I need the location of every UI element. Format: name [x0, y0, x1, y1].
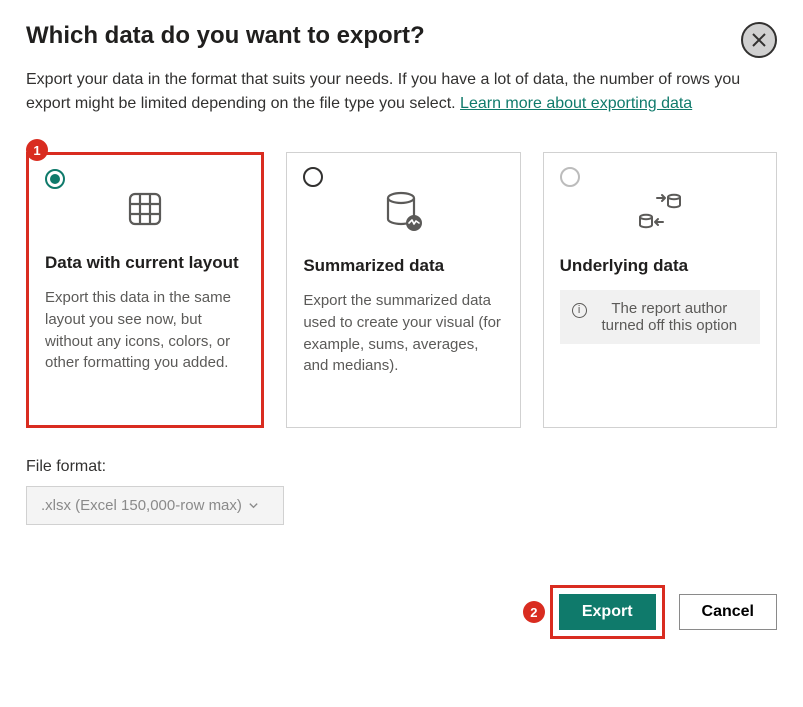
database-summary-icon [303, 188, 503, 236]
disabled-note-text: The report author turned off this option [591, 300, 748, 334]
dialog-description: Export your data in the format that suit… [26, 68, 746, 116]
close-icon [752, 33, 766, 47]
file-format-value: .xlsx (Excel 150,000-row max) [41, 497, 242, 514]
export-options: Data with current layout Export this dat… [26, 152, 777, 428]
callout-marker-2: 2 [523, 601, 545, 623]
option-title: Summarized data [303, 256, 503, 276]
radio-current-layout[interactable] [45, 169, 65, 189]
export-button[interactable]: Export [559, 594, 656, 630]
dialog-title: Which data do you want to export? [26, 22, 425, 50]
file-format-label: File format: [26, 458, 777, 476]
option-summarized[interactable]: Summarized data Export the summarized da… [286, 152, 520, 428]
option-underlying: Underlying data i The report author turn… [543, 152, 777, 428]
callout-marker-1: 1 [26, 139, 48, 161]
radio-summarized[interactable] [303, 167, 323, 187]
database-transfer-icon [560, 188, 760, 236]
option-title: Data with current layout [45, 253, 245, 273]
table-icon [45, 185, 245, 233]
option-description: Export this data in the same layout you … [45, 287, 245, 374]
info-icon: i [572, 303, 587, 318]
learn-more-link[interactable]: Learn more about exporting data [460, 95, 692, 112]
export-highlight: 2 Export [550, 585, 665, 639]
radio-underlying [560, 167, 580, 187]
file-format-select[interactable]: .xlsx (Excel 150,000-row max) [26, 486, 284, 525]
option-current-layout[interactable]: Data with current layout Export this dat… [26, 152, 264, 428]
option-disabled-note: i The report author turned off this opti… [560, 290, 760, 344]
dialog-footer: 2 Export Cancel [26, 585, 777, 639]
cancel-button[interactable]: Cancel [679, 594, 777, 630]
close-button[interactable] [741, 22, 777, 58]
option-title: Underlying data [560, 256, 760, 276]
option-description: Export the summarized data used to creat… [303, 290, 503, 377]
chevron-down-icon [248, 500, 259, 511]
